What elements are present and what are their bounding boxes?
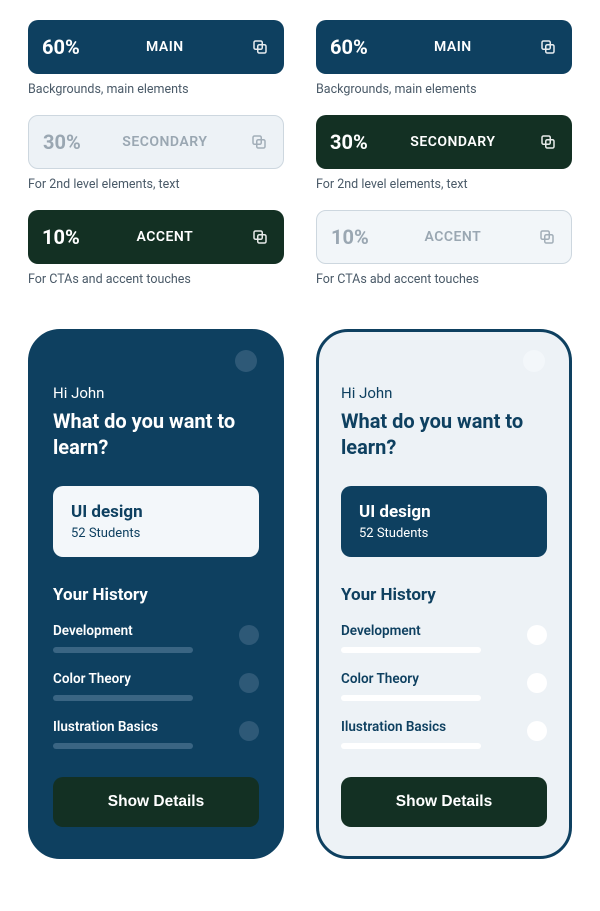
swatch-caption: For 2nd level elements, text [316,177,572,192]
swatch-percent: 30% [330,130,368,154]
swatch-card-main[interactable]: 60% MAIN [316,20,572,74]
history-heading: Your History [53,585,259,605]
swatch-secondary: 30% SECONDARY For 2nd level elements, te… [316,115,572,192]
swatch-caption: For CTAs and accent touches [28,272,284,287]
greeting-text: Hi John [341,384,547,402]
course-title: UI design [71,502,241,522]
copy-icon[interactable] [537,227,557,247]
show-details-button[interactable]: Show Details [341,777,547,827]
swatch-label: ACCENT [369,229,537,245]
copy-icon[interactable] [538,37,558,57]
avatar-placeholder-icon [523,350,545,372]
swatch-percent: 10% [42,225,80,249]
swatch-card-main[interactable]: 60% MAIN [28,20,284,74]
history-item-label: Ilustration Basics [53,719,259,735]
swatch-label: SECONDARY [81,134,249,150]
progress-bar [341,743,481,749]
swatch-percent: 10% [331,225,369,249]
swatch-card-accent[interactable]: 10% ACCENT [316,210,572,264]
history-item[interactable]: Ilustration Basics [341,719,547,749]
swatch-label: SECONDARY [368,134,538,150]
progress-bar [53,743,193,749]
featured-course-card[interactable]: UI design 52 Students [53,486,259,557]
show-details-button[interactable]: Show Details [53,777,259,827]
history-dot-icon [527,673,547,693]
swatch-accent: 10% ACCENT For CTAs and accent touches [28,210,284,287]
palette-column-left: 60% MAIN Backgrounds, main elements 30% … [28,20,284,859]
copy-icon[interactable] [538,132,558,152]
palette-column-right: 60% MAIN Backgrounds, main elements 30% … [316,20,572,859]
history-heading: Your History [341,585,547,605]
progress-bar [341,695,481,701]
headline-text: What do you want to learn? [341,408,541,460]
swatch-percent: 60% [42,35,80,59]
greeting-text: Hi John [53,384,259,402]
history-dot-icon [527,721,547,741]
swatch-caption: For 2nd level elements, text [28,177,284,192]
copy-icon[interactable] [250,37,270,57]
course-subtitle: 52 Students [359,526,529,541]
swatch-percent: 30% [43,130,81,154]
swatch-caption: Backgrounds, main elements [316,82,572,97]
swatch-label: ACCENT [80,229,250,245]
headline-text: What do you want to learn? [53,408,253,460]
phone-mock-light: Hi John What do you want to learn? UI de… [316,329,572,859]
history-item[interactable]: Color Theory [53,671,259,701]
swatch-card-accent[interactable]: 10% ACCENT [28,210,284,264]
progress-bar [53,647,193,653]
swatch-label: MAIN [80,39,250,55]
history-item[interactable]: Ilustration Basics [53,719,259,749]
history-dot-icon [527,625,547,645]
history-item-label: Color Theory [341,671,547,687]
copy-icon[interactable] [250,227,270,247]
history-item-label: Color Theory [53,671,259,687]
history-item-label: Ilustration Basics [341,719,547,735]
history-dot-icon [239,673,259,693]
swatch-caption: Backgrounds, main elements [28,82,284,97]
swatch-main: 60% MAIN Backgrounds, main elements [316,20,572,97]
progress-bar [341,647,481,653]
avatar-placeholder-icon [235,350,257,372]
swatch-percent: 60% [330,35,368,59]
history-item[interactable]: Development [341,623,547,653]
phone-mock-dark: Hi John What do you want to learn? UI de… [28,329,284,859]
history-item[interactable]: Color Theory [341,671,547,701]
progress-bar [53,695,193,701]
history-dot-icon [239,721,259,741]
history-item-label: Development [341,623,547,639]
swatch-caption: For CTAs abd accent touches [316,272,572,287]
swatch-accent: 10% ACCENT For CTAs abd accent touches [316,210,572,287]
course-subtitle: 52 Students [71,526,241,541]
swatch-card-secondary[interactable]: 30% SECONDARY [316,115,572,169]
swatch-main: 60% MAIN Backgrounds, main elements [28,20,284,97]
history-item-label: Development [53,623,259,639]
swatch-card-secondary[interactable]: 30% SECONDARY [28,115,284,169]
swatch-label: MAIN [368,39,538,55]
history-item[interactable]: Development [53,623,259,653]
course-title: UI design [359,502,529,522]
history-dot-icon [239,625,259,645]
copy-icon[interactable] [249,132,269,152]
swatch-secondary: 30% SECONDARY For 2nd level elements, te… [28,115,284,192]
featured-course-card[interactable]: UI design 52 Students [341,486,547,557]
